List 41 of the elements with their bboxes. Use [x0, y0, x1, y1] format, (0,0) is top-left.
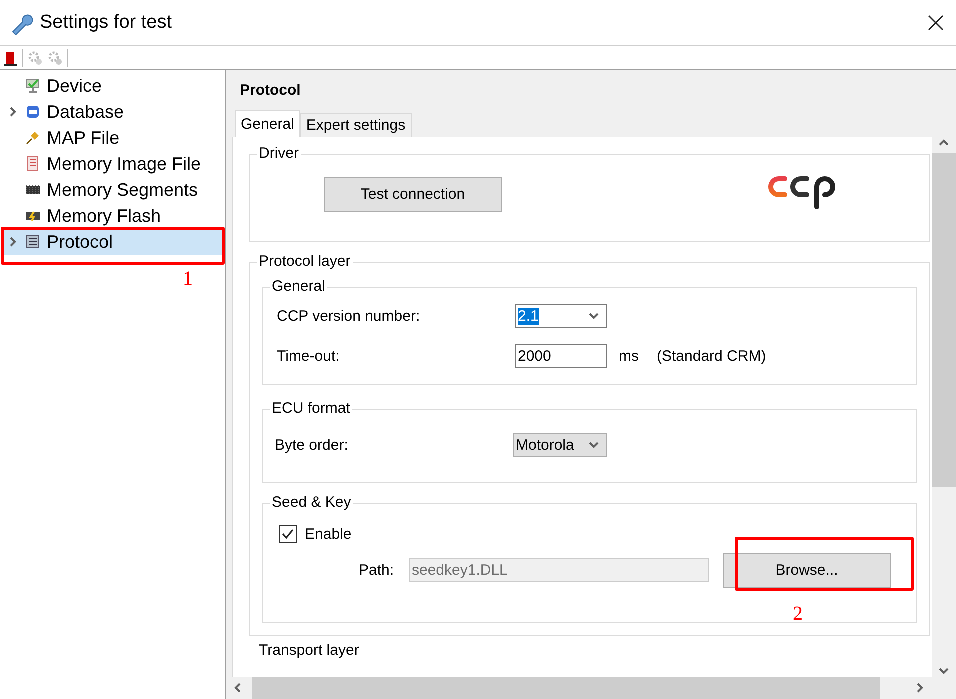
- note-text: (Standard CRM): [657, 348, 766, 364]
- tree-item[interactable]: Memory Segments: [3, 177, 222, 203]
- database-icon: [25, 104, 41, 120]
- tree-item[interactable]: Device: [3, 73, 222, 99]
- annotation-number: 2: [793, 603, 803, 626]
- protocol-icon: [25, 234, 41, 250]
- tree-item[interactable]: Memory Flash: [3, 203, 222, 229]
- pushpin-icon: [25, 130, 41, 146]
- window-title: Settings for test: [40, 12, 172, 34]
- group-title: Protocol layer: [257, 252, 353, 272]
- panel-title: Protocol: [240, 82, 302, 101]
- scrollbar-thumb[interactable]: [932, 153, 956, 487]
- exit-door-icon[interactable]: [2, 50, 18, 66]
- gear-icon: [27, 50, 43, 66]
- gear-icon: [47, 50, 63, 66]
- tab[interactable]: Expert settings: [300, 113, 412, 137]
- group-title: Seed & Key: [270, 493, 354, 513]
- field-label: CCP version number:: [277, 308, 422, 324]
- tab[interactable]: General: [235, 110, 300, 137]
- dropdown[interactable]: Motorola: [513, 433, 607, 457]
- tree-item[interactable]: Database: [3, 99, 222, 125]
- input-field[interactable]: 2000: [515, 344, 607, 368]
- tree-item[interactable]: Memory Image File: [3, 151, 222, 177]
- dropdown[interactable]: 2.1: [515, 304, 607, 328]
- tree-item[interactable]: MAP File: [3, 125, 222, 151]
- checkbox[interactable]: [279, 525, 297, 543]
- section-title: Transport layer: [259, 642, 360, 659]
- tree-item[interactable]: Protocol: [3, 229, 222, 255]
- field-label: Byte order:: [275, 436, 350, 454]
- scrollbar-thumb[interactable]: [252, 677, 880, 699]
- test-connection-button[interactable]: Test connection: [324, 177, 502, 212]
- annotation-number: 1: [183, 268, 193, 291]
- checkmark-icon: [281, 527, 295, 541]
- field-label: Path:: [359, 562, 396, 578]
- monitor-icon: [25, 78, 41, 94]
- close-icon[interactable]: [928, 14, 944, 30]
- document-icon: [25, 156, 41, 172]
- browse-button[interactable]: Browse...: [723, 552, 891, 588]
- field-label: Time-out:: [277, 348, 341, 364]
- checkbox-label: Enable: [305, 526, 352, 542]
- unit-label: ms: [619, 348, 639, 364]
